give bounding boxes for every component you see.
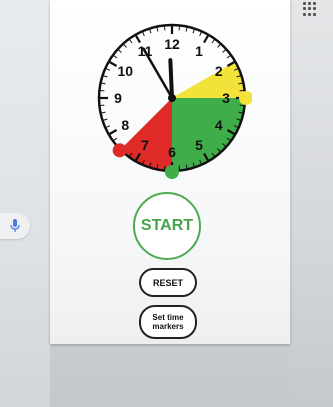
hour-hand [168, 58, 174, 100]
clock-number-10: 10 [117, 63, 133, 79]
clock-tick [211, 39, 215, 44]
reset-button[interactable]: RESET [139, 268, 197, 297]
clock-tick [103, 118, 108, 121]
clock-tick [101, 111, 106, 114]
marker-handle-green[interactable] [165, 165, 179, 179]
clock-tick [222, 49, 226, 53]
clock-number-5: 5 [195, 137, 203, 153]
clock-number-2: 2 [215, 63, 223, 79]
minute-hand [142, 47, 174, 100]
clock-tick [135, 35, 141, 44]
clock-center [168, 94, 176, 102]
clock-tick [113, 55, 118, 59]
clock-tick [142, 32, 145, 37]
clock-tick [109, 61, 118, 67]
clock-number-9: 9 [114, 90, 122, 106]
start-button[interactable]: START [133, 192, 201, 260]
clock-number-6: 6 [168, 144, 176, 160]
clock-tick [106, 68, 111, 71]
clock-tick [113, 137, 118, 141]
background-left [0, 0, 50, 407]
clock-tick [103, 75, 108, 78]
clock-number-8: 8 [121, 117, 129, 133]
clock-number-3: 3 [222, 90, 230, 106]
clock-tick [185, 27, 188, 32]
background-right [289, 0, 333, 407]
apps-grid-icon[interactable] [303, 2, 317, 16]
clock-face: 121234567891011 [97, 23, 252, 179]
clock-number-12: 12 [164, 36, 180, 52]
clock-tick [109, 129, 118, 135]
clock-number-1: 1 [195, 43, 203, 59]
microphone-icon[interactable] [0, 213, 30, 239]
clock-tick [106, 125, 111, 128]
set-time-markers-button[interactable]: Set time markers [139, 305, 197, 339]
clock-tick [192, 29, 195, 34]
clock-tick [101, 82, 106, 85]
marker-handle-red[interactable] [112, 143, 127, 158]
clock-tick [156, 27, 159, 32]
clock-tick [149, 29, 152, 34]
time-marker-red [120, 98, 172, 171]
clock-number-4: 4 [215, 117, 223, 133]
clock-tick [226, 55, 231, 59]
clock-tick [199, 32, 202, 37]
time-marker-yellow [172, 61, 245, 98]
clock-number-7: 7 [141, 137, 149, 153]
clock-tick [203, 35, 209, 44]
clock-tick [129, 39, 133, 44]
timer-panel: 121234567891011 START RESET Set time mar… [50, 0, 290, 344]
clock-tick [118, 49, 122, 53]
clock-tick [123, 44, 127, 48]
clock-tick [217, 44, 221, 48]
